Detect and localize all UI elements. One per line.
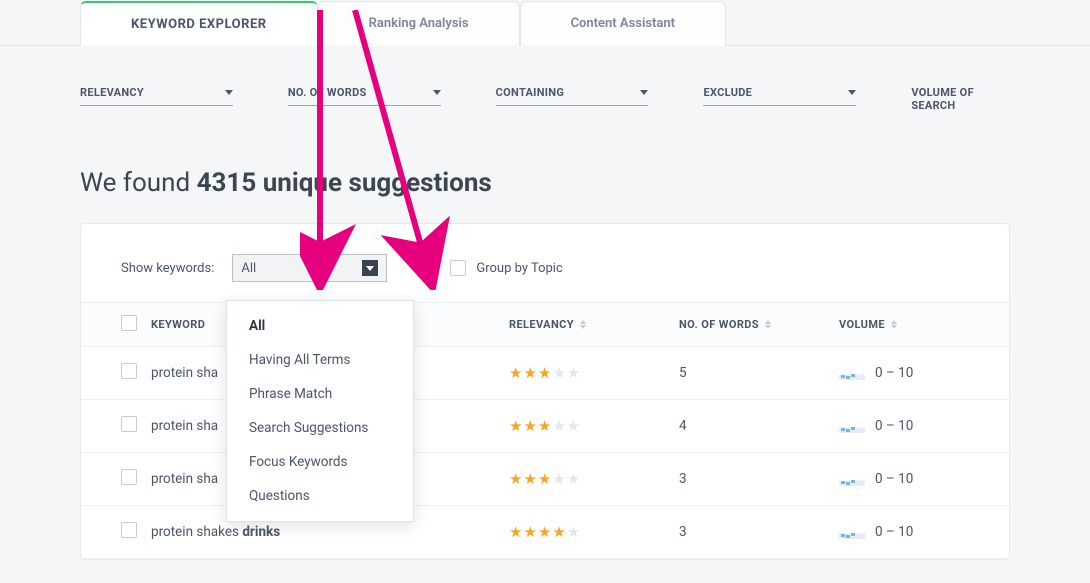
table-row: protein sha★★★★★30 – 10 bbox=[81, 453, 1009, 506]
select-value: All bbox=[241, 261, 256, 276]
select-all-checkbox[interactable] bbox=[121, 315, 137, 331]
words-cell: 5 bbox=[679, 365, 839, 381]
group-by-topic-toggle[interactable]: Group by Topic bbox=[450, 260, 562, 276]
heading-prefix: We found bbox=[80, 168, 197, 198]
col-relevancy[interactable]: RELEVANCY bbox=[509, 318, 679, 331]
row-checkbox[interactable] bbox=[121, 363, 137, 379]
row-checkbox[interactable] bbox=[121, 469, 137, 485]
tab-ranking-analysis[interactable]: Ranking Analysis bbox=[318, 1, 520, 46]
tab-content-assistant[interactable]: Content Assistant bbox=[520, 1, 726, 46]
sort-icon bbox=[580, 320, 586, 329]
col-volume-label: VOLUME bbox=[839, 318, 885, 331]
words-cell: 3 bbox=[679, 524, 839, 540]
sparkline-icon bbox=[839, 525, 865, 539]
volume-cell: 0 – 10 bbox=[839, 365, 969, 381]
filter-exclude[interactable]: EXCLUDE bbox=[703, 86, 856, 118]
table-row: protein sha★★★★★40 – 10 bbox=[81, 400, 1009, 453]
filter-containing[interactable]: CONTAINING bbox=[496, 86, 649, 118]
star-rating: ★★★★★ bbox=[509, 470, 581, 488]
keyword-cell[interactable]: protein shakes drinks bbox=[151, 524, 509, 540]
dropdown-item-all[interactable]: All bbox=[227, 309, 413, 343]
star-rating: ★★★★★ bbox=[509, 364, 581, 382]
row-checkbox[interactable] bbox=[121, 416, 137, 432]
filter-exclude-label: EXCLUDE bbox=[703, 86, 752, 99]
filter-words[interactable]: NO. OF WORDS bbox=[288, 86, 441, 118]
heading-count: 4315 unique suggestions bbox=[197, 168, 492, 198]
show-keywords-select[interactable]: All bbox=[232, 254, 387, 282]
main-tabs: KEYWORD EXPLORER Ranking Analysis Conten… bbox=[0, 0, 1090, 45]
results-card: Show keywords: All Group by Topic KEYWOR… bbox=[80, 223, 1010, 560]
sort-icon bbox=[891, 320, 897, 329]
caret-icon bbox=[433, 90, 441, 95]
volume-cell: 0 – 10 bbox=[839, 471, 969, 487]
filter-volume[interactable]: VOLUME OF SEARCH bbox=[911, 86, 1010, 118]
table-row: protein shakes drinks★★★★★ 30 – 10 bbox=[81, 506, 1009, 559]
chevron-down-icon bbox=[362, 260, 378, 276]
table-body: protein sha★★★★★50 – 10protein sha★★★★★4… bbox=[81, 347, 1009, 559]
filter-volume-label: VOLUME OF SEARCH bbox=[911, 86, 1010, 112]
words-cell: 4 bbox=[679, 418, 839, 434]
dropdown-item-search-suggestions[interactable]: Search Suggestions bbox=[227, 411, 413, 445]
filter-containing-label: CONTAINING bbox=[496, 86, 564, 99]
col-relevancy-label: RELEVANCY bbox=[509, 318, 574, 331]
sparkline-icon bbox=[839, 419, 865, 433]
col-words[interactable]: NO. OF WORDS bbox=[679, 318, 839, 331]
tab-keyword-explorer[interactable]: KEYWORD EXPLORER bbox=[80, 1, 318, 46]
col-words-label: NO. OF WORDS bbox=[679, 318, 759, 331]
controls-row: Show keywords: All Group by Topic bbox=[81, 254, 1009, 302]
dropdown-item-having-all-terms[interactable]: Having All Terms bbox=[227, 343, 413, 377]
table-header: KEYWORD RELEVANCY NO. OF WORDS VOLUME bbox=[81, 302, 1009, 347]
star-rating: ★★★★★ bbox=[509, 417, 581, 435]
checkbox-icon bbox=[450, 260, 466, 276]
caret-icon bbox=[640, 90, 648, 95]
results-heading: We found 4315 unique suggestions bbox=[0, 118, 1090, 223]
volume-cell: 0 – 10 bbox=[839, 524, 969, 540]
star-rating: ★★★★★ bbox=[509, 523, 581, 541]
group-by-topic-label: Group by Topic bbox=[476, 261, 562, 276]
dropdown-item-questions[interactable]: Questions bbox=[227, 479, 413, 513]
row-checkbox[interactable] bbox=[121, 522, 137, 538]
filter-relevancy-label: RELEVANCY bbox=[80, 86, 144, 99]
col-volume[interactable]: VOLUME bbox=[839, 318, 969, 331]
sparkline-icon bbox=[839, 472, 865, 486]
table-row: protein sha★★★★★50 – 10 bbox=[81, 347, 1009, 400]
sparkline-icon bbox=[839, 366, 865, 380]
filter-relevancy[interactable]: RELEVANCY bbox=[80, 86, 233, 118]
dropdown-item-phrase-match[interactable]: Phrase Match bbox=[227, 377, 413, 411]
show-keywords-label: Show keywords: bbox=[121, 261, 214, 276]
volume-cell: 0 – 10 bbox=[839, 418, 969, 434]
sort-icon bbox=[765, 320, 771, 329]
filter-bar: RELEVANCY NO. OF WORDS CONTAINING EXCLUD… bbox=[0, 46, 1090, 118]
show-keywords-dropdown: All Having All Terms Phrase Match Search… bbox=[226, 300, 414, 522]
filter-words-label: NO. OF WORDS bbox=[288, 86, 367, 99]
words-cell: 3 bbox=[679, 471, 839, 487]
caret-icon bbox=[848, 90, 856, 95]
dropdown-item-focus-keywords[interactable]: Focus Keywords bbox=[227, 445, 413, 479]
caret-icon bbox=[225, 90, 233, 95]
